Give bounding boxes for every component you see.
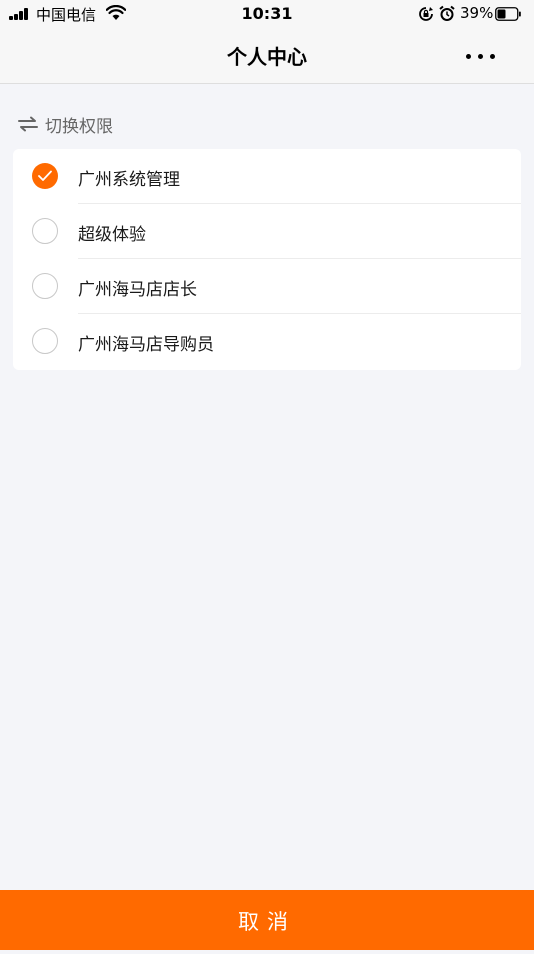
page-title: 个人中心 <box>227 45 307 69</box>
swap-arrows-icon <box>18 116 38 132</box>
battery-icon <box>495 7 521 21</box>
role-list: 广州系统管理 超级体验 广州海马店店长 广州海马店导购员 <box>13 149 521 370</box>
cancel-button[interactable]: 取消 <box>0 890 534 950</box>
radio-unchecked-icon[interactable] <box>32 273 58 299</box>
status-bar: 中国电信 10:31 39% <box>0 0 534 28</box>
role-option[interactable]: 广州海马店导购员 <box>13 314 521 369</box>
more-dot <box>490 54 495 59</box>
section-header: 切换权限 <box>18 112 113 137</box>
more-options-button[interactable] <box>460 46 500 66</box>
section-title: 切换权限 <box>45 116 113 137</box>
role-label: 超级体验 <box>78 225 146 245</box>
battery-percentage: 39% <box>460 4 494 22</box>
role-label: 广州海马店导购员 <box>78 335 214 355</box>
rotation-lock-icon <box>419 7 433 21</box>
nav-bar: 个人中心 <box>0 28 534 84</box>
role-option[interactable]: 超级体验 <box>13 204 521 259</box>
more-dot <box>478 54 483 59</box>
radio-unchecked-icon[interactable] <box>32 218 58 244</box>
more-dots-icon <box>466 54 471 59</box>
role-option[interactable]: 广州系统管理 <box>13 149 521 204</box>
alarm-clock-icon <box>439 5 455 21</box>
role-option[interactable]: 广州海马店店长 <box>13 259 521 314</box>
role-label: 广州海马店店长 <box>78 280 197 300</box>
radio-checked-icon[interactable] <box>32 163 58 189</box>
role-label: 广州系统管理 <box>78 170 180 190</box>
radio-unchecked-icon[interactable] <box>32 328 58 354</box>
